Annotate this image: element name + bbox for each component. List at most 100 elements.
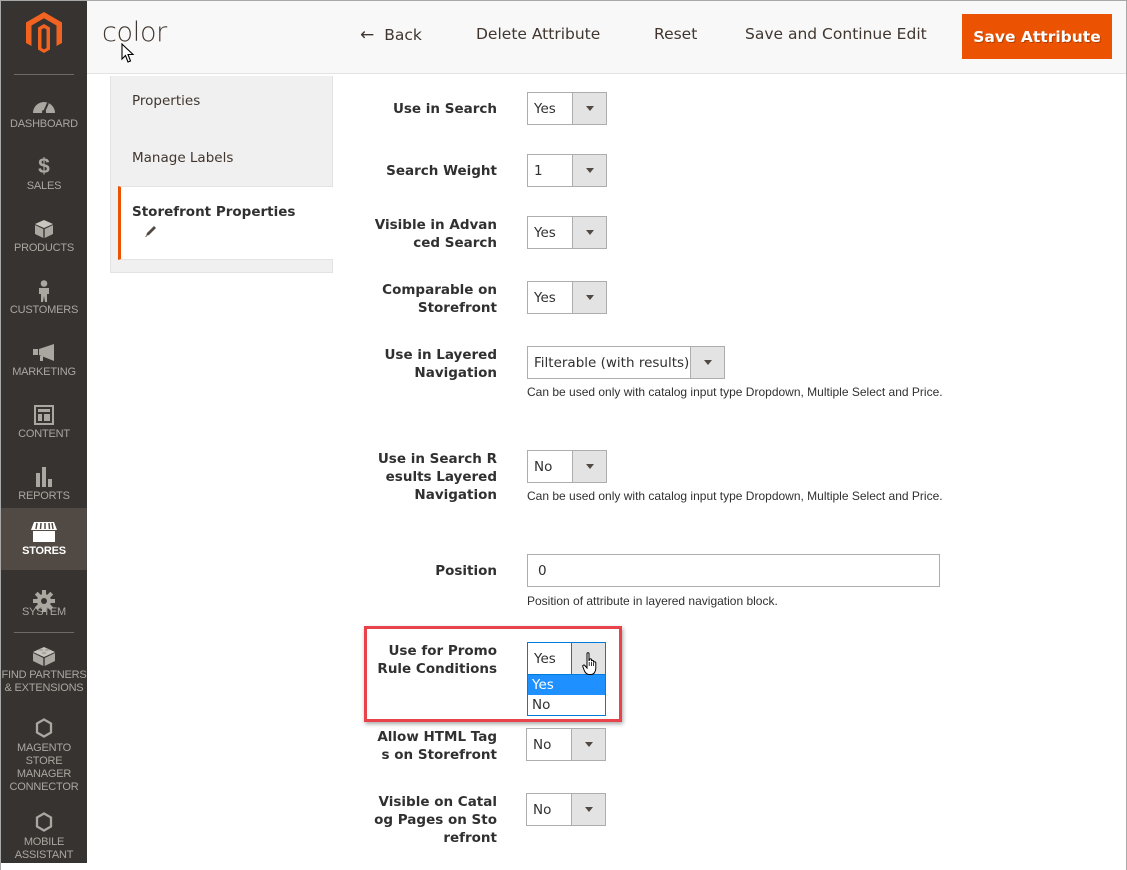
select-value: No: [533, 736, 552, 753]
label-line: Use in Search R: [377, 451, 497, 467]
option-no[interactable]: No: [528, 695, 605, 715]
back-button[interactable]: ← Back: [360, 25, 422, 45]
sidebar-divider: [14, 74, 74, 75]
select-value: No: [534, 458, 553, 475]
sidebar-divider: [14, 632, 74, 633]
visible-catalog-pages-select[interactable]: No: [526, 793, 606, 826]
back-button-label: Back: [384, 26, 422, 44]
sidebar-item-label: SYSTEM: [21, 606, 67, 618]
sidebar-item-stores[interactable]: STORES: [1, 508, 87, 570]
hexagon-icon: [31, 811, 57, 833]
admin-sidebar: DASHBOARD $ SALES PRODUCTS CUSTOMERS MAR…: [1, 1, 87, 863]
label-line: Navigation: [414, 365, 497, 381]
hexagon-icon: [31, 717, 57, 739]
label-line: ced Search: [413, 235, 497, 251]
field-label: Comparable on Storefront: [367, 281, 497, 317]
sidebar-item-label: REPORTS: [18, 490, 70, 502]
pencil-icon: [144, 223, 158, 242]
tab-label: Properties: [132, 93, 201, 109]
tab-manage-labels[interactable]: Manage Labels: [111, 133, 333, 190]
select-value: No: [533, 801, 552, 818]
allow-html-tags-select[interactable]: No: [526, 728, 606, 761]
sidebar-item-label: PRODUCTS: [13, 242, 75, 254]
page-header: color ← Back Delete Attribute Reset Save …: [87, 1, 1126, 74]
chevron-down-icon: [572, 282, 606, 313]
tab-label: Manage Labels: [132, 150, 234, 166]
label-line: Rule Conditions: [377, 661, 497, 677]
label-line: og Pages on Sto: [374, 812, 497, 828]
box-icon: [31, 218, 57, 240]
mouse-pointer-icon: [121, 42, 135, 68]
sidebar-item-find-partners[interactable]: FIND PARTNERS & EXTENSIONS: [1, 644, 87, 702]
tab-storefront-properties[interactable]: Storefront Properties: [118, 186, 333, 260]
reset-button[interactable]: Reset: [654, 25, 697, 43]
select-value: 1: [534, 162, 543, 179]
use-in-search-select[interactable]: Yes: [527, 92, 607, 125]
field-label: Search Weight: [386, 163, 497, 179]
storefront-icon: [31, 521, 57, 543]
sidebar-item-marketing[interactable]: MARKETING: [1, 334, 87, 396]
label-line: Navigation: [414, 487, 497, 503]
sidebar-item-products[interactable]: PRODUCTS: [1, 210, 87, 272]
select-value: Filterable (with results): [534, 354, 690, 371]
select-value: Yes: [534, 650, 556, 667]
sidebar-item-label: SALES: [26, 180, 62, 192]
sidebar-item-system[interactable]: SYSTEM: [1, 582, 87, 644]
save-and-continue-button[interactable]: Save and Continue Edit: [745, 25, 927, 43]
sidebar-item-mobile-assistant[interactable]: MOBILE ASSISTANT: [1, 807, 87, 863]
label-line: s on Storefront: [381, 747, 497, 763]
search-results-layered-nav-select[interactable]: No: [527, 450, 607, 483]
label-line: esults Layered: [385, 469, 497, 485]
field-label: Position: [435, 563, 497, 579]
label-line: Comparable on: [382, 282, 497, 298]
search-weight-select[interactable]: 1: [527, 154, 607, 187]
sidebar-item-dashboard[interactable]: DASHBOARD: [1, 86, 87, 148]
dashboard-icon: [31, 94, 57, 116]
layout-icon: [31, 404, 57, 426]
sidebar-item-label: MOBILE ASSISTANT: [14, 836, 74, 861]
chevron-down-icon: [571, 794, 605, 825]
field-note: Position of attribute in layered navigat…: [527, 594, 778, 608]
chevron-down-icon: [572, 451, 606, 482]
delete-attribute-button[interactable]: Delete Attribute: [476, 25, 600, 43]
dollar-icon: $: [38, 155, 50, 178]
chevron-down-icon: [572, 93, 606, 124]
label-line: Storefront: [417, 300, 497, 316]
promo-rule-conditions-options: Yes No: [527, 675, 606, 716]
magento-logo-icon[interactable]: [25, 11, 63, 53]
sidebar-item-label: STORES: [22, 545, 66, 557]
field-note: Can be used only with catalog input type…: [527, 385, 943, 399]
field-label: Use in Search: [392, 101, 497, 117]
attribute-tabs: Properties Manage Labels Storefront Prop…: [110, 76, 333, 273]
person-icon: [31, 280, 57, 302]
arrow-left-icon: ←: [360, 25, 375, 45]
sidebar-item-label: FIND PARTNERS & EXTENSIONS: [1, 669, 87, 694]
sidebar-item-label: MARKETING: [12, 366, 76, 378]
visible-advanced-search-select[interactable]: Yes: [527, 216, 607, 249]
sidebar-item-customers[interactable]: CUSTOMERS: [1, 272, 87, 334]
select-value: Yes: [534, 289, 556, 306]
sidebar-item-label: CONTENT: [18, 428, 70, 440]
hand-pointer-icon: [582, 652, 598, 680]
lego-brick-icon: [31, 644, 57, 666]
select-value: Yes: [534, 224, 556, 241]
sidebar-item-content[interactable]: CONTENT: [1, 396, 87, 458]
label-line: Visible in Advan: [374, 217, 497, 233]
field-note: Can be used only with catalog input type…: [527, 489, 943, 503]
position-input[interactable]: 0: [527, 554, 940, 587]
sidebar-item-label: MAGENTO STORE MANAGER CONNECTOR: [9, 742, 79, 793]
tab-properties[interactable]: Properties: [111, 76, 333, 133]
layered-navigation-select[interactable]: Filterable (with results): [527, 346, 725, 379]
field-label: Use in Layered Navigation: [367, 346, 497, 382]
chevron-down-icon: [571, 729, 605, 760]
field-label: Visible on Catal og Pages on Sto refront: [367, 793, 497, 847]
sidebar-item-store-manager-connector[interactable]: MAGENTO STORE MANAGER CONNECTOR: [1, 713, 87, 797]
chevron-down-icon: [572, 217, 606, 248]
comparable-storefront-select[interactable]: Yes: [527, 281, 607, 314]
label-line: refront: [443, 830, 497, 846]
sidebar-item-label: CUSTOMERS: [9, 304, 79, 316]
sidebar-item-sales[interactable]: $ SALES: [1, 148, 87, 210]
select-value: Yes: [534, 100, 556, 117]
label-line: Use for Promo: [388, 643, 497, 659]
save-attribute-button[interactable]: Save Attribute: [962, 14, 1112, 59]
